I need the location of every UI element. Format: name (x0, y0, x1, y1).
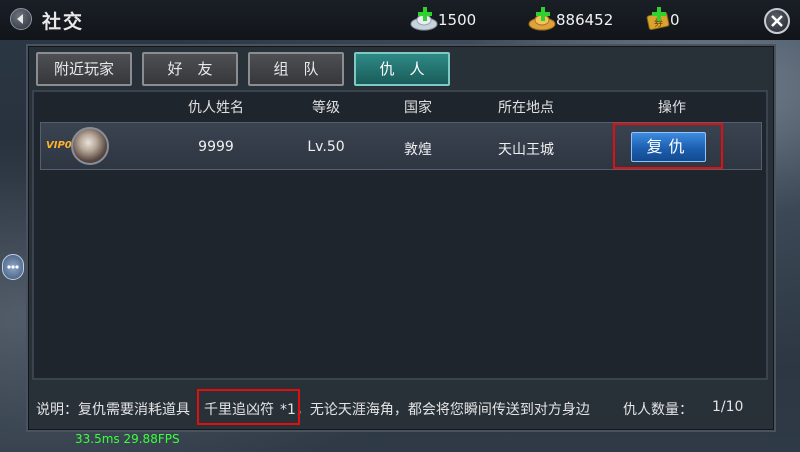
enemy-name: 9999 (198, 139, 234, 155)
add-icon (652, 7, 666, 21)
enemy-location: 天山王城 (498, 142, 554, 158)
page-title: 社交 (42, 11, 85, 33)
avatar[interactable] (71, 127, 109, 165)
vip-badge: VIP0 (46, 140, 72, 151)
currency-gold[interactable]: 886452 (526, 7, 614, 32)
tab-team[interactable]: 组 队 (248, 52, 344, 86)
footer-note-suffix: *1，无论天涯海角，都会将您瞬间传送到对方身边 (280, 402, 590, 418)
close-icon (771, 15, 783, 27)
column-header-name: 仇人姓名 (188, 100, 244, 116)
coupon-icon: 券 (646, 7, 672, 32)
enemy-count-value: 1/10 (712, 399, 744, 415)
gold-ingot-icon (526, 7, 558, 32)
column-header-location: 所在地点 (498, 100, 554, 116)
tab-enemies[interactable]: 仇 人 (354, 52, 450, 86)
back-button[interactable] (10, 8, 32, 30)
top-bar (0, 0, 800, 40)
currency-coupon[interactable]: 券 0 (646, 7, 680, 32)
more-dots-icon (7, 265, 19, 269)
footer-note-prefix: 说明：复仇需要消耗道具 (36, 402, 190, 418)
enemy-level: Lv.50 (307, 139, 345, 155)
add-icon (536, 7, 550, 21)
highlight-box-revenge (613, 123, 723, 169)
gold-amount: 886452 (556, 11, 614, 29)
silver-ingot-icon (408, 7, 440, 32)
currency-silver[interactable]: 1500 (408, 7, 477, 32)
tab-nearby-players[interactable]: 附近玩家 (36, 52, 132, 86)
enemy-count-label: 仇人数量： (623, 402, 693, 418)
highlight-box-item (197, 389, 300, 425)
close-button[interactable] (764, 8, 790, 34)
tab-friends[interactable]: 好 友 (142, 52, 238, 86)
back-arrow-icon (17, 14, 23, 24)
fps-counter: 33.5ms 29.88FPS (75, 432, 180, 446)
column-header-level: 等级 (312, 100, 340, 116)
silver-amount: 1500 (438, 11, 477, 29)
side-expand-handle[interactable] (2, 254, 24, 280)
add-icon (418, 7, 432, 21)
enemy-country: 敦煌 (404, 142, 432, 158)
column-header-action: 操作 (658, 100, 686, 116)
column-header-country: 国家 (404, 100, 432, 116)
